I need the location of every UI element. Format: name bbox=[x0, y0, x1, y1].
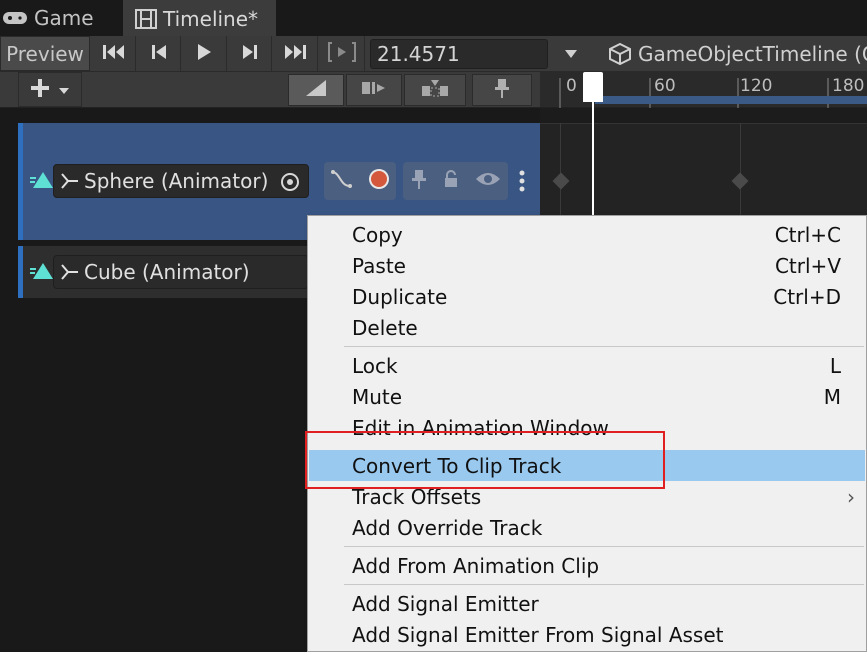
menu-item-duplicate[interactable]: Duplicate Ctrl+D bbox=[309, 281, 865, 312]
replace-mode-icon bbox=[420, 78, 450, 102]
menu-item-shortcut: Ctrl+D bbox=[773, 284, 841, 309]
menu-item-label: Add From Animation Clip bbox=[352, 553, 600, 578]
menu-item-label: Copy bbox=[352, 222, 403, 247]
ripple-mode-icon bbox=[361, 79, 387, 101]
tab-game[interactable]: Game bbox=[0, 0, 120, 36]
menu-item-add-from-animation-clip[interactable]: Add From Animation Clip bbox=[309, 550, 865, 581]
menu-item-delete[interactable]: Delete bbox=[309, 312, 865, 343]
film-icon bbox=[135, 9, 157, 29]
play-range-bar bbox=[595, 96, 867, 104]
tab-bar: Game Timeline* bbox=[0, 0, 867, 36]
play-range-icon bbox=[327, 41, 356, 66]
menu-item-shortcut: M bbox=[823, 384, 841, 409]
animator-icon bbox=[60, 263, 80, 281]
step-forward-icon bbox=[241, 44, 259, 64]
record-group bbox=[324, 162, 396, 200]
step-back-icon bbox=[150, 44, 168, 64]
more-options-icon[interactable] bbox=[519, 170, 525, 192]
menu-item-lock[interactable]: Lock L bbox=[309, 350, 865, 381]
menu-item-add-signal-emitter-from-asset[interactable]: Add Signal Emitter From Signal Asset bbox=[309, 619, 865, 650]
chevron-down-icon bbox=[564, 44, 578, 63]
menu-item-label: Delete bbox=[352, 315, 418, 340]
skip-to-end-icon bbox=[283, 44, 307, 64]
menu-item-shortcut: Ctrl+C bbox=[774, 222, 841, 247]
play-button[interactable] bbox=[182, 36, 227, 71]
menu-item-mute[interactable]: Mute M bbox=[309, 381, 865, 412]
track-toolbar bbox=[0, 72, 540, 108]
previous-frame-button[interactable] bbox=[137, 36, 181, 71]
menu-item-label: Paste bbox=[352, 253, 406, 278]
gamepad-icon bbox=[2, 9, 28, 27]
current-time-field[interactable]: 21.4571 bbox=[370, 39, 548, 69]
tab-timeline-label: Timeline* bbox=[163, 7, 259, 31]
lock-icon[interactable] bbox=[442, 169, 460, 193]
play-icon bbox=[196, 43, 212, 65]
playhead-handle[interactable] bbox=[583, 72, 603, 102]
track-binding-field[interactable]: Cube (Animator) bbox=[53, 255, 309, 289]
submenu-arrow-icon: › bbox=[847, 484, 855, 509]
track-binding-field[interactable]: Sphere (Animator) bbox=[53, 164, 309, 198]
track-state-group bbox=[403, 162, 508, 200]
tab-game-label: Game bbox=[34, 6, 94, 30]
animator-icon bbox=[60, 172, 80, 190]
menu-item-add-signal-emitter[interactable]: Add Signal Emitter bbox=[309, 588, 865, 619]
menu-item-paste[interactable]: Paste Ctrl+V bbox=[309, 250, 865, 281]
menu-item-label: Add Override Track bbox=[352, 515, 543, 540]
target-icon[interactable] bbox=[280, 172, 300, 192]
snap-pin-button[interactable] bbox=[472, 74, 532, 106]
menu-item-label: Duplicate bbox=[352, 284, 448, 309]
next-frame-button[interactable] bbox=[228, 36, 272, 71]
timeline-toolbar: Preview 21.4571 GameObjectTimeline (G bbox=[0, 36, 867, 72]
pin-icon bbox=[493, 77, 511, 103]
go-to-start-button[interactable] bbox=[92, 36, 136, 71]
cube-icon bbox=[608, 42, 632, 66]
pin-icon[interactable] bbox=[411, 168, 427, 194]
chevron-down-icon bbox=[58, 80, 70, 99]
time-format-dropdown[interactable] bbox=[553, 36, 589, 71]
tab-timeline[interactable]: Timeline* bbox=[123, 0, 276, 36]
skip-to-start-icon bbox=[102, 44, 126, 64]
track-name: Cube (Animator) bbox=[84, 260, 250, 284]
menu-item-copy[interactable]: Copy Ctrl+C bbox=[309, 219, 865, 250]
preview-button[interactable]: Preview bbox=[0, 36, 90, 71]
animation-track-icon bbox=[29, 169, 55, 191]
edit-mode-replace-button[interactable] bbox=[404, 74, 466, 106]
mix-mode-icon bbox=[304, 79, 328, 101]
track-name: Sphere (Animator) bbox=[84, 169, 269, 193]
record-icon[interactable] bbox=[367, 167, 391, 195]
edit-mode-mix-button[interactable] bbox=[288, 74, 344, 106]
menu-item-label: Mute bbox=[352, 384, 403, 409]
menu-separator bbox=[344, 546, 864, 547]
menu-separator bbox=[344, 346, 864, 347]
eye-icon[interactable] bbox=[475, 170, 501, 192]
menu-item-label: Add Signal Emitter From Signal Asset bbox=[352, 622, 724, 647]
menu-item-shortcut: L bbox=[829, 353, 841, 378]
edit-mode-ripple-button[interactable] bbox=[346, 74, 402, 106]
go-to-end-button[interactable] bbox=[273, 36, 318, 71]
timeline-asset-selector[interactable]: GameObjectTimeline (G bbox=[608, 36, 867, 71]
curves-icon[interactable] bbox=[330, 168, 356, 194]
menu-item-add-override-track[interactable]: Add Override Track bbox=[309, 512, 865, 543]
plus-icon bbox=[30, 78, 50, 102]
menu-item-label: Lock bbox=[352, 353, 398, 378]
menu-separator bbox=[344, 584, 864, 585]
menu-item-label: Add Signal Emitter bbox=[352, 591, 539, 616]
menu-item-shortcut: Ctrl+V bbox=[774, 253, 841, 278]
annotation-highlight-box bbox=[305, 431, 665, 489]
play-range-button[interactable] bbox=[319, 36, 365, 71]
animation-track-icon bbox=[29, 260, 55, 282]
timeline-asset-label: GameObjectTimeline (G bbox=[638, 41, 867, 66]
add-track-button[interactable] bbox=[18, 72, 82, 107]
